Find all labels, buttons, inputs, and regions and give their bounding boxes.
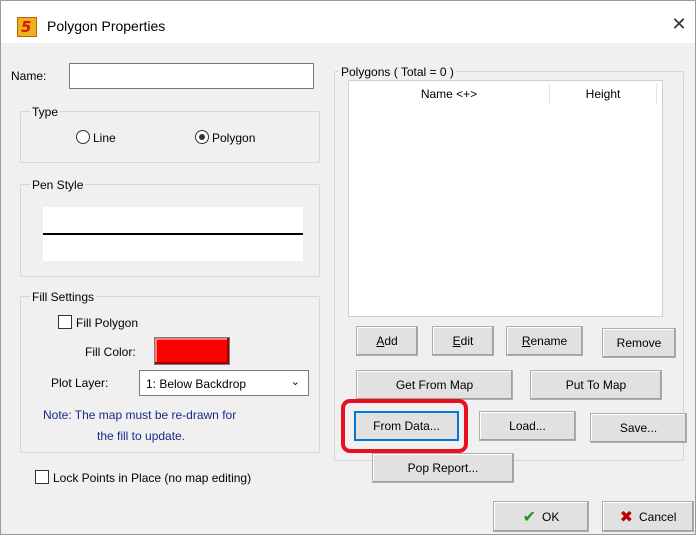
radio-selected-dot bbox=[199, 134, 205, 140]
title-bar: 5 Polygon Properties ✕ bbox=[1, 1, 695, 43]
polygons-list[interactable]: Name <+> Height bbox=[348, 80, 663, 317]
fill-polygon-checkbox[interactable] bbox=[58, 315, 72, 329]
pen-style-label: Pen Style bbox=[30, 178, 86, 192]
fill-note-line2: the fill to update. bbox=[97, 429, 186, 443]
ok-button[interactable]: ✔ OK bbox=[493, 501, 589, 532]
app-logo-icon: 5 bbox=[17, 17, 37, 37]
rename-button[interactable]: Rename bbox=[506, 326, 583, 356]
get-from-map-button[interactable]: Get From Map bbox=[356, 370, 513, 400]
highlight-ring-annotation bbox=[341, 399, 468, 453]
line-radio[interactable] bbox=[76, 130, 90, 144]
cancel-button[interactable]: ✖ Cancel bbox=[602, 501, 694, 532]
fill-note-line1: Note: The map must be re-drawn for bbox=[43, 408, 237, 422]
name-input[interactable] bbox=[69, 63, 314, 89]
pop-report-button[interactable]: Pop Report... bbox=[372, 453, 514, 483]
polygon-properties-dialog: 5 Polygon Properties ✕ Name: Type Line P… bbox=[0, 0, 696, 535]
polygon-radio-label[interactable]: Polygon bbox=[212, 131, 255, 145]
fill-polygon-label[interactable]: Fill Polygon bbox=[76, 316, 138, 330]
plot-layer-label: Plot Layer: bbox=[51, 376, 109, 390]
column-header-name[interactable]: Name <+> bbox=[349, 81, 549, 107]
cancel-x-icon: ✖ bbox=[619, 507, 634, 526]
lock-points-checkbox[interactable] bbox=[35, 470, 49, 484]
pen-style-preview[interactable] bbox=[43, 207, 303, 261]
name-label: Name: bbox=[11, 69, 47, 83]
chevron-down-icon: ⌄ bbox=[290, 375, 300, 388]
edit-button[interactable]: Edit bbox=[432, 326, 494, 356]
remove-button[interactable]: Remove bbox=[602, 328, 676, 358]
fill-settings-label: Fill Settings bbox=[30, 290, 97, 304]
fill-color-swatch-button[interactable] bbox=[154, 337, 230, 365]
plot-layer-value: 1: Below Backdrop bbox=[146, 377, 247, 391]
column-divider bbox=[656, 84, 657, 104]
fill-color-label: Fill Color: bbox=[85, 345, 136, 359]
polygon-radio[interactable] bbox=[195, 130, 209, 144]
checkmark-icon: ✔ bbox=[522, 507, 537, 526]
type-group-label: Type bbox=[30, 105, 61, 119]
close-icon[interactable]: ✕ bbox=[667, 13, 691, 37]
polygons-group-label: Polygons ( Total = 0 ) bbox=[339, 65, 456, 79]
save-button[interactable]: Save... bbox=[590, 413, 687, 443]
add-button[interactable]: Add bbox=[356, 326, 418, 356]
window-title: Polygon Properties bbox=[47, 18, 166, 34]
type-group bbox=[20, 111, 320, 163]
pen-line-sample bbox=[43, 233, 303, 235]
plot-layer-select[interactable]: 1: Below Backdrop ⌄ bbox=[139, 370, 309, 396]
lock-points-label[interactable]: Lock Points in Place (no map editing) bbox=[53, 471, 251, 485]
column-header-height[interactable]: Height bbox=[550, 81, 656, 107]
load-button[interactable]: Load... bbox=[479, 411, 576, 441]
put-to-map-button[interactable]: Put To Map bbox=[530, 370, 662, 400]
line-radio-label[interactable]: Line bbox=[93, 131, 116, 145]
